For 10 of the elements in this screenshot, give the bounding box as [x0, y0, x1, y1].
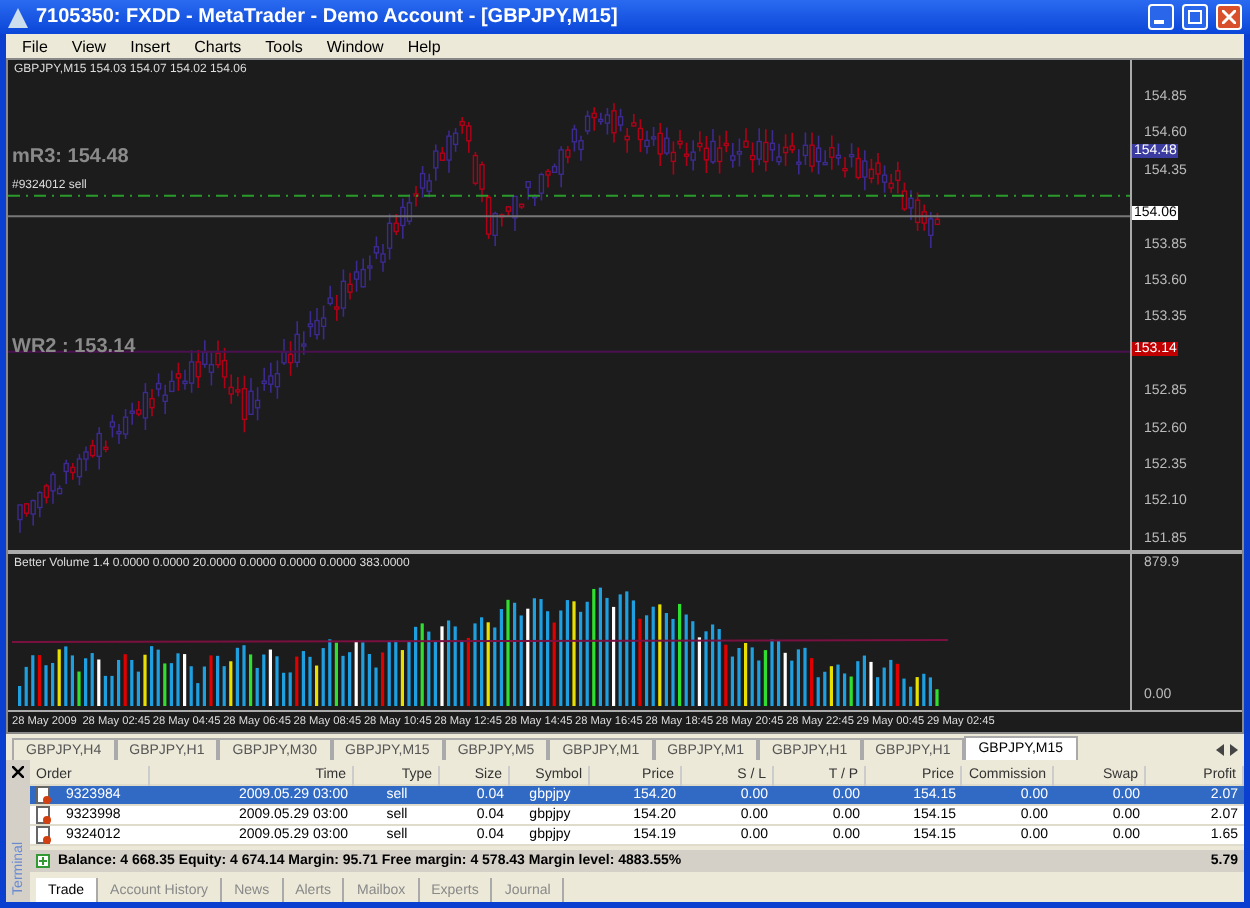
window-title: 7105350: FXDD - MetaTrader - Demo Account - [GBPJPY,M15]	[36, 6, 620, 28]
menu-item[interactable]: View	[59, 37, 119, 55]
menu-item[interactable]: Charts	[182, 37, 254, 55]
menu-item[interactable]: Tools	[253, 37, 315, 55]
menu-item[interactable]: File	[10, 37, 60, 55]
pivot-label: mR3: 154.48	[12, 146, 129, 168]
pivot-label: WR2 : 153.14	[12, 336, 136, 358]
menu-item[interactable]: Window	[314, 37, 396, 55]
menu-item[interactable]: Insert	[118, 37, 183, 55]
menu-item[interactable]: Help	[395, 37, 453, 55]
